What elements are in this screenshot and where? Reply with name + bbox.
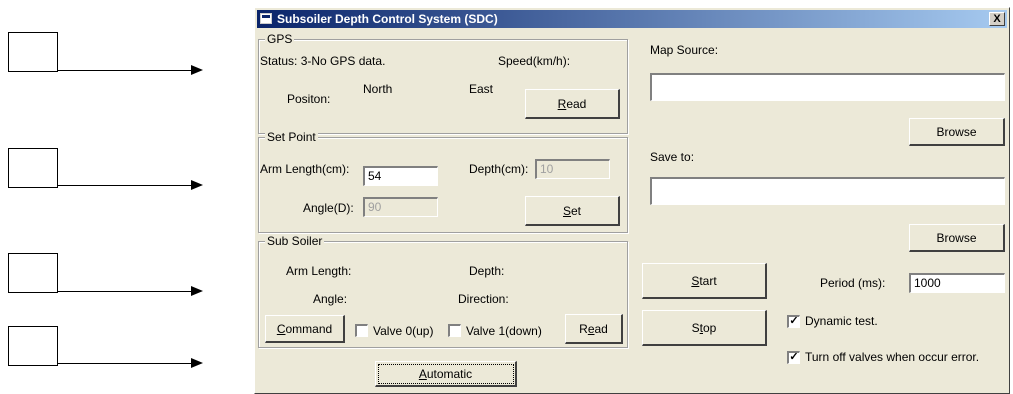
callout-box-2 [8,148,58,188]
save-to-browse-button[interactable]: Browse [909,224,1005,252]
callout-arrow-4 [191,358,203,368]
position-label: Positon: [287,92,331,106]
close-button[interactable]: X [989,12,1005,26]
set-point-group-label: Set Point [265,130,318,144]
turn-off-valves-checkbox[interactable]: ✓ [787,351,800,364]
valve1-checkbox[interactable] [448,324,461,337]
direction-label: Direction: [458,292,509,306]
depth-input[interactable]: 10 [535,159,610,179]
gps-status: Status: 3-No GPS data. [260,54,386,68]
start-button[interactable]: Start [642,263,767,299]
sub-angle-label: Angle: [313,292,348,306]
callout-line-2 [57,185,191,186]
valve0-label: Valve 0(up) [373,324,434,338]
dynamic-test-label: Dynamic test. [805,314,878,328]
valve1-label: Valve 1(down) [466,324,542,338]
save-to-label: Save to: [650,150,695,164]
map-source-input[interactable] [650,73,1005,101]
gps-group-label: GPS [265,32,295,46]
callout-arrow-3 [191,286,203,296]
set-button[interactable]: Set [525,196,620,226]
depth-label: Depth(cm): [469,162,529,176]
arm-length-label: Arm Length(cm): [260,162,350,176]
callout-box-4 [8,326,58,366]
stop-button[interactable]: Stop [642,310,767,346]
title-bar[interactable]: Subsoiler Depth Control System (SDC) X [257,10,1007,28]
north-label: North [363,82,393,96]
sdc-window: Subsoiler Depth Control System (SDC) X G… [254,7,1010,394]
gps-read-button[interactable]: Read [525,89,620,119]
valve0-checkbox[interactable] [355,324,368,337]
sub-arm-length-label: Arm Length: [286,264,352,278]
east-label: East [469,82,494,96]
turn-off-valves-label: Turn off valves when occur error. [805,350,980,364]
callout-line-4 [57,363,191,364]
callout-line-3 [57,291,191,292]
callout-box-1 [8,32,58,72]
speed-label: Speed(km/h): [498,54,571,68]
window-title: Subsoiler Depth Control System (SDC) [277,12,498,26]
save-to-input[interactable] [650,177,1005,205]
automatic-button[interactable]: Automatic [375,361,517,387]
sub-soiler-group-label: Sub Soiler [265,234,325,248]
callout-box-3 [8,253,58,293]
sub-depth-label: Depth: [469,264,505,278]
callout-arrow-2 [191,180,203,190]
angle-input[interactable]: 90 [363,197,438,217]
map-source-label: Map Source: [650,43,719,57]
map-source-browse-button[interactable]: Browse [909,118,1005,146]
callout-line-1 [57,70,191,71]
command-button[interactable]: Command [265,315,345,343]
period-input[interactable]: 1000 [909,273,1005,293]
app-icon [260,13,272,24]
callout-arrow-1 [191,65,203,75]
dynamic-test-checkbox[interactable]: ✓ [787,315,800,328]
angle-label: Angle(D): [303,201,354,215]
sub-read-button[interactable]: Read [565,314,623,344]
period-label: Period (ms): [820,276,886,290]
arm-length-input[interactable]: 54 [363,166,438,186]
